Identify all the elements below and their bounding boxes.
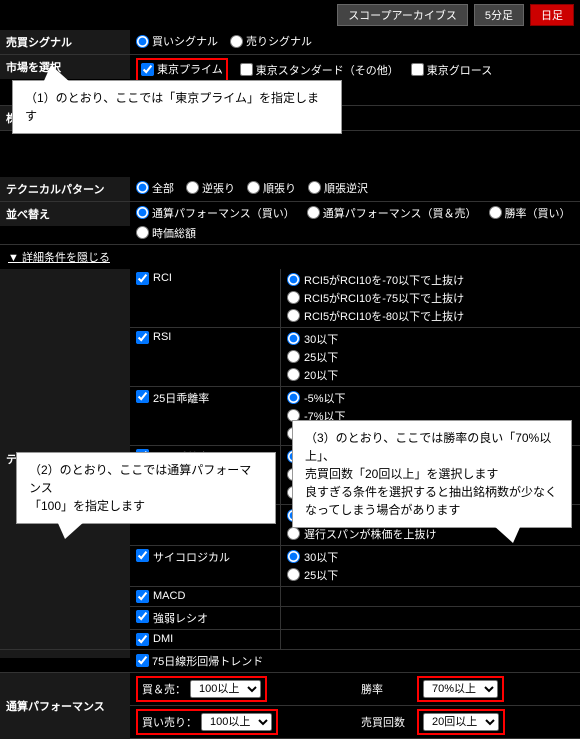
tech-sub-5-0[interactable]: 30以下 <box>287 549 574 565</box>
performance-label: 通算パフォーマンス <box>0 673 130 739</box>
sort-label: 並べ替え <box>0 202 130 226</box>
radio-sort-perfbuy[interactable]: 通算パフォーマンス（買い） <box>136 205 295 221</box>
check-tokyo-prime[interactable]: 東京プライム <box>141 61 223 77</box>
tech-row-2[interactable]: 25日乖離率 <box>130 387 280 445</box>
buyonly-select[interactable]: 100以上 <box>201 713 272 731</box>
spacer <box>0 650 130 658</box>
radio-tp-all[interactable]: 全部 <box>136 180 174 196</box>
tech-row-7[interactable]: 強弱レシオ <box>130 607 280 629</box>
signal-label: 売買シグナル <box>0 30 130 54</box>
tech-sub-2-0[interactable]: -5%以下 <box>287 390 574 406</box>
tech-sub-0-0[interactable]: RCI5がRCI10を-70以下で上抜け <box>287 272 574 288</box>
tech-sub-1-1[interactable]: 25以下 <box>287 349 574 365</box>
timeframe-5min-button[interactable]: 5分足 <box>474 4 524 26</box>
check-tokyo-growth[interactable]: 東京グロース <box>411 62 492 78</box>
radio-tp-breakout[interactable]: 順張逆沢 <box>308 180 368 196</box>
count-select[interactable]: 20回以上 <box>423 713 499 731</box>
callout-1: （1）のとおり、ここでは「東京プライム」を指定します <box>12 80 342 134</box>
tech-sub-1-0[interactable]: 30以下 <box>287 331 574 347</box>
buysell-label: 買＆売： <box>142 681 186 697</box>
count-label: 売買回数 <box>361 714 411 730</box>
scope-archive-button[interactable]: スコープアーカイブス <box>337 4 468 26</box>
detail-toggle-link[interactable]: 詳細条件を隠じる <box>0 245 118 269</box>
radio-buy-signal[interactable]: 買いシグナル <box>136 33 218 49</box>
techpattern-label: テクニカルパターン <box>0 177 130 201</box>
tech-sub-0-2[interactable]: RCI5がRCI10を-80以下で上抜け <box>287 308 574 324</box>
tech-row-1[interactable]: RSI <box>130 328 280 386</box>
radio-tp-rebound[interactable]: 逆張り <box>186 180 235 196</box>
winrate-label: 勝率 <box>361 681 411 697</box>
tech-sub-1-2[interactable]: 20以下 <box>287 367 574 383</box>
radio-sort-perfboth[interactable]: 通算パフォーマンス（買＆売） <box>307 205 477 221</box>
buysell-select[interactable]: 100以上 <box>190 680 261 698</box>
tech-row-6[interactable]: MACD <box>130 587 280 606</box>
winrate-select[interactable]: 70%以上 <box>423 680 498 698</box>
callout-2: （2）のとおり、ここでは通算パフォーマンス 「100」を指定します <box>16 452 276 524</box>
timeframe-day-button[interactable]: 日足 <box>530 4 574 26</box>
buyonly-label: 買い売り： <box>142 714 197 730</box>
tech-sub-0-1[interactable]: RCI5がRCI10を-75以下で上抜け <box>287 290 574 306</box>
radio-sort-winbuy[interactable]: 勝率（買い） <box>489 205 571 221</box>
tech-row-0[interactable]: RCI <box>130 269 280 327</box>
radio-sort-mktcap[interactable]: 時価総額 <box>136 225 196 241</box>
check-75linereg[interactable]: 75日線形回帰トレンド <box>136 653 263 669</box>
radio-sell-signal[interactable]: 売りシグナル <box>230 33 312 49</box>
tech-row-8[interactable]: DMI <box>130 630 280 649</box>
check-tokyo-standard[interactable]: 東京スタンダード（その他） <box>240 62 399 78</box>
radio-tp-follow[interactable]: 順張り <box>247 180 296 196</box>
callout-3: （3）のとおり、ここでは勝率の良い「70%以上」、 売買回数「20回以上」を選択… <box>292 420 572 528</box>
tech-sub-5-1[interactable]: 25以下 <box>287 567 574 583</box>
